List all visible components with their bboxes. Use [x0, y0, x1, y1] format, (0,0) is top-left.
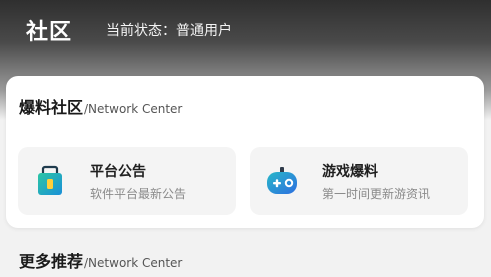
tile-grid: 平台公告 软件平台最新公告 游戏爆料 第一时间更新游资讯 [18, 147, 470, 217]
tile-title: 平台公告 [90, 164, 146, 180]
section-subtitle: /Network Center [84, 102, 183, 116]
gamepad-icon [264, 163, 300, 199]
briefcase-icon [32, 163, 68, 199]
page-title: 社区 [26, 20, 73, 45]
section-title-label: 更多推荐 [19, 252, 84, 271]
section-subtitle: /Network Center [84, 256, 183, 270]
tile-game-news[interactable]: 游戏爆料 第一时间更新游资讯 [250, 147, 468, 215]
tile-subtitle: 软件平台最新公告 [90, 187, 187, 201]
news-community-card: 爆料社区/Network Center 平台公告 软件平台最新公告 游戏爆料 第… [6, 76, 484, 228]
section-title-label: 爆料社区 [19, 98, 84, 117]
user-status: 当前状态：普通用户 [106, 23, 232, 39]
section-title-news: 爆料社区/Network Center [19, 94, 182, 118]
section-title-more: 更多推荐/Network Center [19, 248, 182, 272]
tile-platform-announcement[interactable]: 平台公告 软件平台最新公告 [18, 147, 236, 215]
tile-subtitle: 第一时间更新游资讯 [322, 187, 431, 201]
tile-title: 游戏爆料 [322, 164, 378, 180]
